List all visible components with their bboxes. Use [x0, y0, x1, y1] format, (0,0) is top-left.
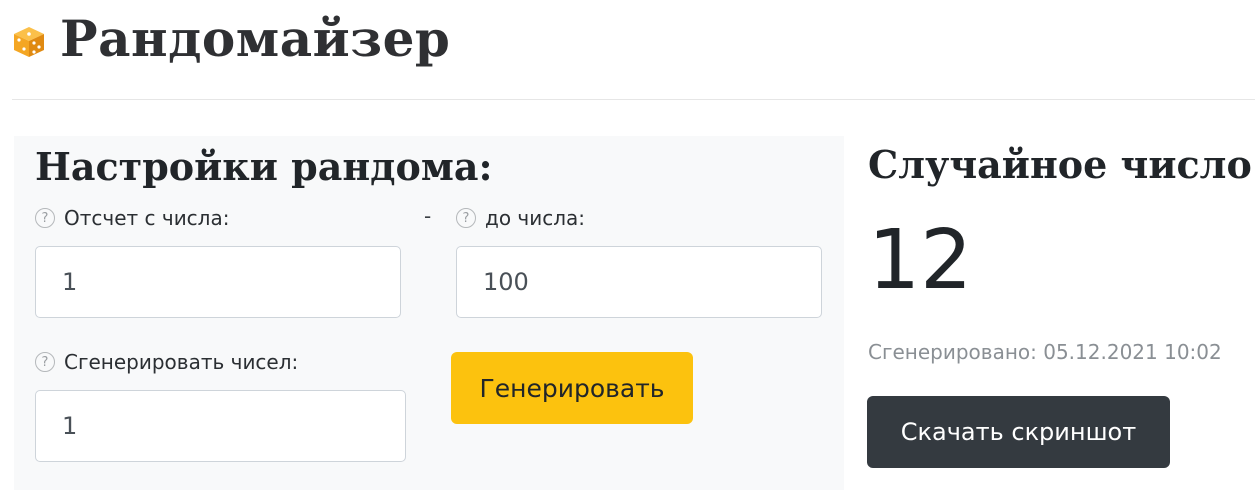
to-label-text: до числа:	[485, 206, 586, 230]
count-input[interactable]: 1	[35, 390, 406, 462]
help-icon[interactable]: ?	[456, 208, 476, 228]
help-icon[interactable]: ?	[35, 352, 55, 372]
download-screenshot-button[interactable]: Скачать скриншот	[867, 396, 1170, 468]
count-label-text: Сгенерировать чисел:	[64, 350, 299, 374]
page: Рандомайзер Настройки рандома: ? Отсчет …	[0, 0, 1255, 490]
to-input[interactable]: 100	[456, 246, 822, 318]
result-title: Случайное число:	[868, 142, 1255, 187]
from-label: ? Отсчет с числа:	[35, 206, 229, 230]
dice-icon	[14, 27, 44, 57]
to-label: ? до числа:	[456, 206, 585, 230]
app-title: Рандомайзер	[60, 9, 451, 68]
generated-timestamp: Сгенерировано: 05.12.2021 10:02	[868, 340, 1222, 364]
generate-button[interactable]: Генерировать	[451, 352, 693, 424]
result-number: 12	[868, 213, 973, 308]
from-label-text: Отсчет с числа:	[64, 206, 230, 230]
range-separator: -	[424, 204, 432, 228]
help-icon[interactable]: ?	[35, 208, 55, 228]
header-divider	[12, 99, 1255, 100]
from-input[interactable]: 1	[35, 246, 401, 318]
count-label: ? Сгенерировать чисел:	[35, 350, 298, 374]
header: Рандомайзер	[12, 14, 450, 64]
settings-panel: Настройки рандома: ? Отсчет с числа: - ?…	[14, 136, 844, 490]
settings-title: Настройки рандома:	[35, 144, 493, 189]
